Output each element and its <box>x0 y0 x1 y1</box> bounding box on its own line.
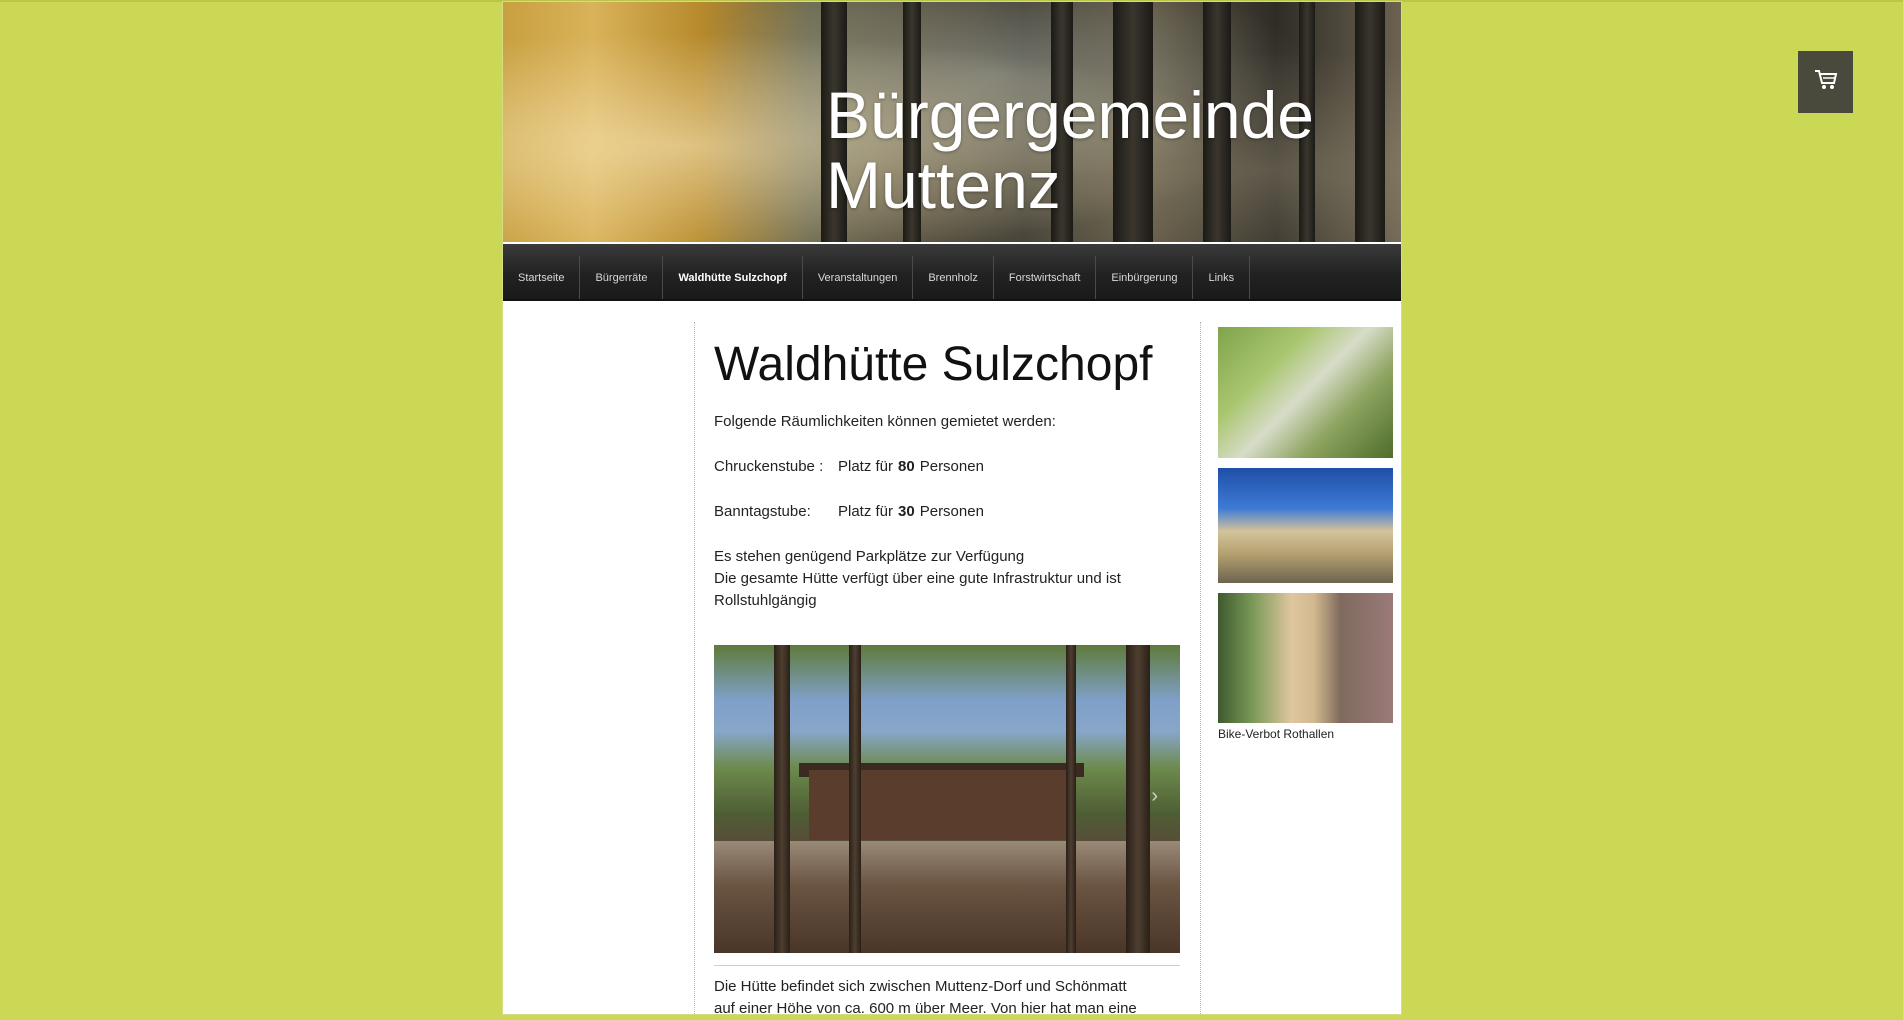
main-content: Waldhütte Sulzchopf Folgende Räumlichkei… <box>714 327 1180 1020</box>
nav-item-links[interactable]: Links <box>1193 256 1251 299</box>
divider <box>714 965 1180 966</box>
infrastructure-text: Die gesamte Hütte verfügt über eine gute… <box>714 570 1121 609</box>
room-capacity-unit: Personen <box>919 458 984 475</box>
page-title: Waldhütte Sulzchopf <box>714 338 1153 391</box>
room-row: Banntagstube: Platz für 30 Personen <box>714 501 1180 523</box>
sidebar-photo-building[interactable] <box>1218 468 1393 583</box>
site-header: Bürgergemeinde Muttenz <box>503 2 1401 242</box>
nav-item-buergerraete[interactable]: Bürgerräte <box>580 256 664 299</box>
room-name: Chruckenstube <box>714 458 815 475</box>
column-divider <box>694 322 695 1014</box>
main-navigation: Startseite Bürgerräte Waldhütte Sulzchop… <box>503 244 1401 301</box>
column-divider <box>1200 322 1201 1014</box>
room-capacity-unit: Personen <box>919 503 984 520</box>
site-title-line2: Muttenz <box>826 148 1061 222</box>
intro-text: Folgende Räumlichkeiten können gemietet … <box>714 413 1056 430</box>
hut-photo-slider[interactable]: › <box>714 645 1180 953</box>
nav-item-forstwirtschaft[interactable]: Forstwirtschaft <box>994 256 1097 299</box>
sidebar-photo-boardwalk[interactable] <box>1218 593 1393 723</box>
nav-item-brennholz[interactable]: Brennholz <box>913 256 994 299</box>
nav-item-waldhuette-sulzchopf[interactable]: Waldhütte Sulzchopf <box>663 256 803 299</box>
sidebar-photo-forest-path[interactable] <box>1218 327 1393 458</box>
sidebar-caption: Bike-Verbot Rothallen <box>1218 727 1335 741</box>
room-capacity-text: Platz für <box>838 458 894 475</box>
site-title[interactable]: Bürgergemeinde Muttenz <box>826 80 1386 220</box>
shopping-cart-icon <box>1814 69 1838 96</box>
left-column <box>503 322 694 1012</box>
room-row: Chruckenstube : Platz für 80 Personen <box>714 456 1180 478</box>
room-name: Banntagstube: <box>714 503 811 520</box>
room-capacity-text: Platz für <box>838 503 894 520</box>
chevron-right-icon[interactable]: › <box>1151 785 1158 808</box>
nav-item-einbuergerung[interactable]: Einbürgerung <box>1096 256 1194 299</box>
sidebar: Bike-Verbot Rothallen <box>1218 327 1393 741</box>
page-wrapper: Bürgergemeinde Muttenz Startseite Bürger… <box>503 2 1401 1017</box>
cart-button[interactable] <box>1798 51 1853 113</box>
description-text: Die Hütte befindet sich zwischen Muttenz… <box>714 978 1137 1017</box>
room-capacity-count: 30 <box>898 503 915 520</box>
site-title-line1: Bürgergemeinde <box>826 78 1314 152</box>
nav-item-veranstaltungen[interactable]: Veranstaltungen <box>803 256 914 299</box>
room-capacity-count: 80 <box>898 458 915 475</box>
nav-item-startseite[interactable]: Startseite <box>503 256 581 299</box>
parking-text: Es stehen genügend Parkplätze zur Verfüg… <box>714 548 1025 565</box>
